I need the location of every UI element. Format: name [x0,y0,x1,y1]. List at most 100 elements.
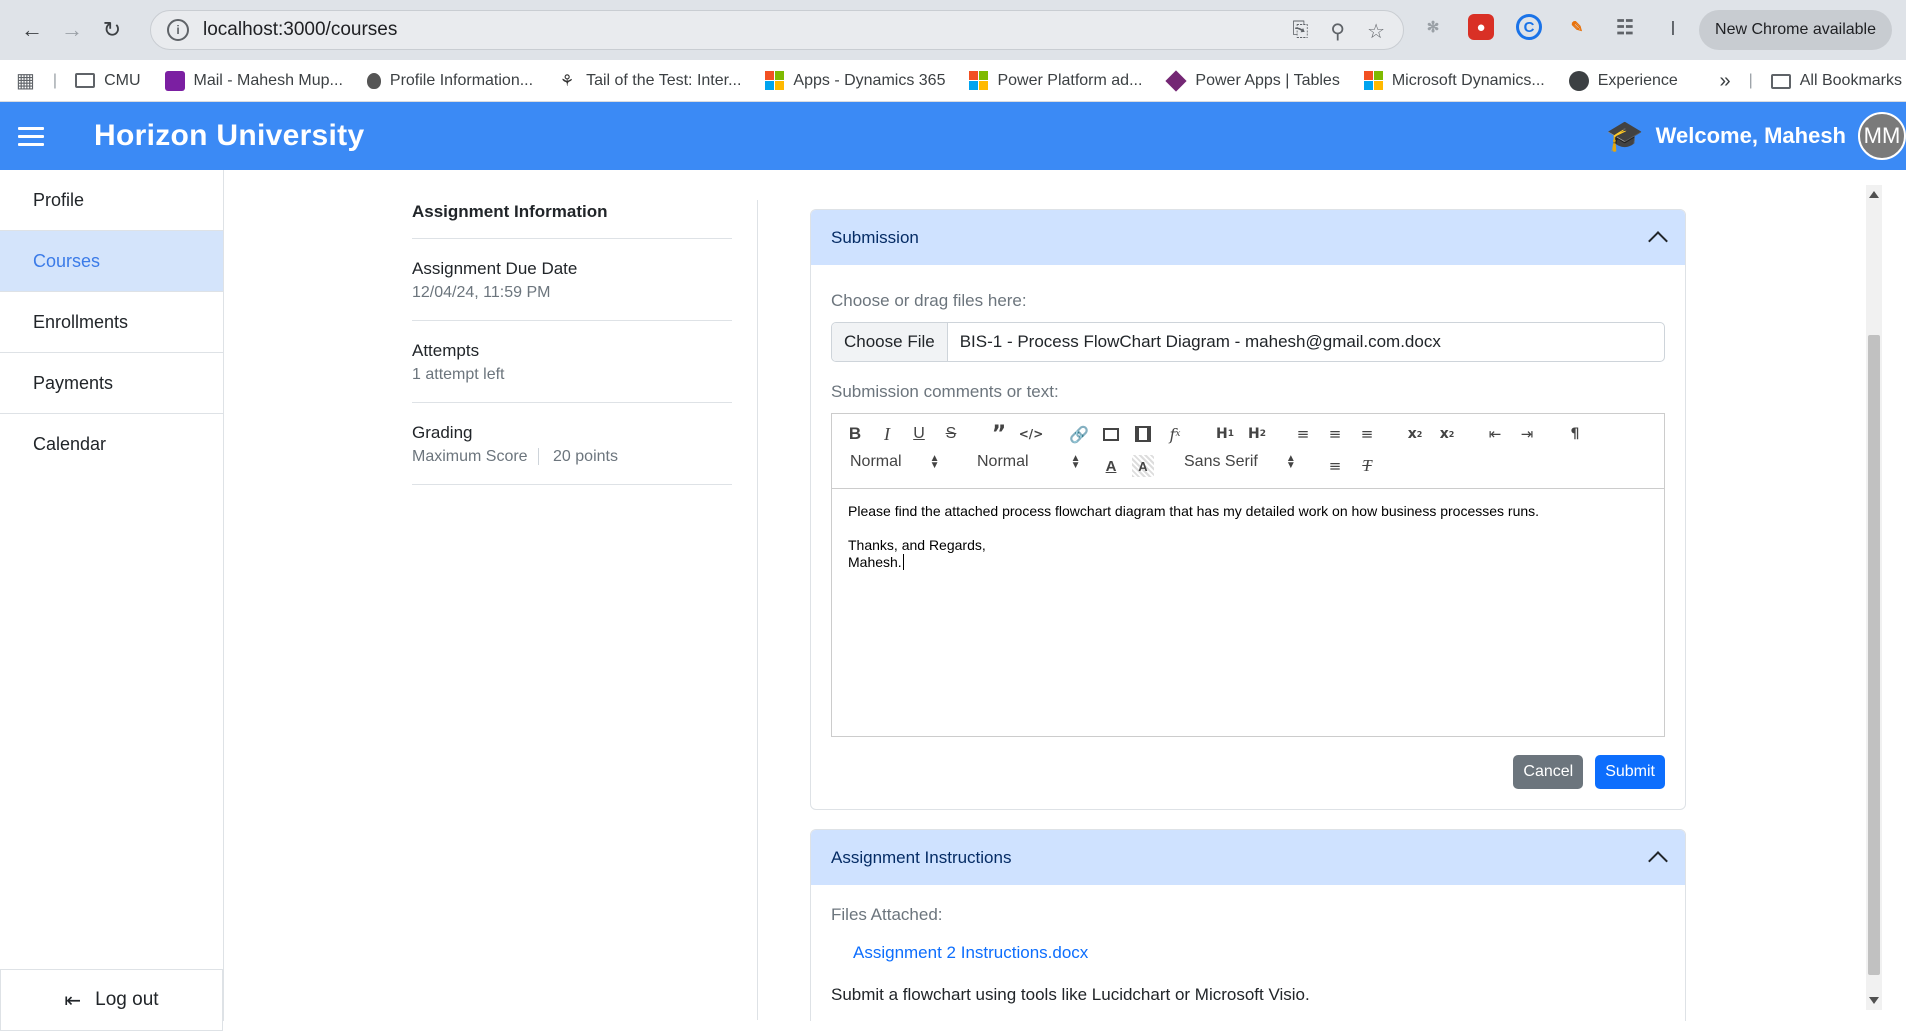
back-icon[interactable]: ← [12,10,52,50]
avatar[interactable]: MM [1858,112,1906,160]
italic-icon[interactable]: I [876,423,898,445]
bookmark-ms-dynamics[interactable]: Microsoft Dynamics... [1363,71,1545,90]
video-icon[interactable] [1132,423,1154,445]
apple-icon [366,72,381,89]
mail-icon [164,70,185,91]
install-app-icon[interactable]: ⎘ [1292,19,1308,44]
instructions-header[interactable]: Assignment Instructions [811,830,1685,885]
app-header: Horizon University 🎓 Welcome, Mahesh MM [0,102,1906,170]
chevron-up-icon[interactable] [1648,231,1668,251]
font-select[interactable]: Sans Serif ▲ ▼ [1184,453,1296,471]
separator-icon: | [1670,18,1676,36]
align-icon[interactable]: ≡ [1324,455,1346,477]
forward-icon[interactable]: → [52,10,92,50]
heading1-icon[interactable]: H1 [1212,423,1238,445]
comments-label: Submission comments or text: [831,382,1059,401]
link-icon[interactable]: 🔗 [1068,423,1090,445]
sidebar: Profile Courses Enrollments Payments Cal… [0,170,224,1031]
bookmark-dynamics-apps[interactable]: Apps - Dynamics 365 [765,71,945,90]
logout-button[interactable]: ⇤ Log out [0,969,223,1031]
extensions-puzzle-icon[interactable]: ☷ [1612,14,1638,40]
size-select[interactable]: Normal ▲ ▼ [977,453,1080,471]
due-date-value: 12/04/24, 11:59 PM [412,284,551,301]
bookmark-power-apps[interactable]: Power Apps | Tables [1165,69,1340,92]
editor-toolbar: B I U S ” </> 🔗 fx H1 H2 ≡ ≡ ≡ x2 x2 ⇤ ⇥… [832,414,1664,489]
bookmark-power-platform[interactable]: Power Platform ad... [969,71,1142,90]
assignment-info-heading: Assignment Information [412,202,732,239]
scroll-thumb[interactable] [1868,335,1880,975]
apps-grid-icon[interactable]: ▦ [16,68,35,93]
image-icon[interactable] [1100,423,1122,445]
scroll-down-arrow-icon[interactable] [1869,997,1879,1004]
extension-pen-icon[interactable]: ✎ [1564,14,1590,40]
attempts-block: Attempts 1 attempt left [412,321,732,403]
url-text: localhost:3000/courses [203,19,398,40]
text-direction-icon[interactable]: ¶ [1564,423,1586,445]
submission-header[interactable]: Submission [811,210,1685,265]
background-color-icon[interactable]: A [1132,455,1154,477]
outdent-icon[interactable]: ⇤ [1484,423,1506,445]
cancel-button[interactable]: Cancel [1513,755,1584,789]
browser-toolbar: ← → ↻ i localhost:3000/courses ⎘ ⚲ ☆ ✻ ●… [0,0,1906,60]
bookmark-tail-of-test[interactable]: ⚘ Tail of the Test: Inter... [557,71,742,91]
reload-icon[interactable]: ↻ [92,10,132,50]
zoom-icon[interactable]: ⚲ [1330,19,1345,44]
chevron-up-icon[interactable] [1648,851,1668,871]
bold-icon[interactable]: B [844,423,866,445]
subscript-icon[interactable]: x2 [1404,423,1426,445]
bookmark-cmu[interactable]: CMU [75,72,141,90]
scrollbar[interactable] [1866,185,1882,1010]
grading-block: Grading Maximum Score 20 points [412,403,732,485]
bullet-list-icon[interactable]: ≡ [1324,423,1346,445]
sidebar-item-payments[interactable]: Payments [0,353,223,414]
sidebar-item-courses[interactable]: Courses [0,231,223,292]
checklist-icon[interactable]: ≡ [1356,423,1378,445]
extension-loading-icon[interactable]: ✻ [1420,14,1446,40]
max-score-value: 20 points [553,448,618,465]
indent-icon[interactable]: ⇥ [1516,423,1538,445]
editor-line [848,520,1648,537]
code-icon[interactable]: </> [1019,423,1044,445]
more-bookmarks-icon[interactable]: » [1719,70,1730,93]
extension-red-icon[interactable]: ● [1468,14,1494,40]
underline-icon[interactable]: U [908,423,930,445]
blockquote-icon[interactable]: ” [988,422,1010,447]
formula-icon[interactable]: fx [1164,423,1186,445]
due-date-block: Assignment Due Date 12/04/24, 11:59 PM [412,239,732,321]
ordered-list-icon[interactable]: ≡ [1292,423,1314,445]
assignment-info: Assignment Information Assignment Due Da… [412,202,732,485]
choose-file-button[interactable]: Choose File [832,323,948,361]
all-bookmarks[interactable]: All Bookmarks [1770,72,1902,90]
globe-icon [1568,70,1589,91]
heading2-icon[interactable]: H2 [1244,423,1270,445]
sidebar-item-profile[interactable]: Profile [0,170,223,231]
address-bar[interactable]: i localhost:3000/courses ⎘ ⚲ ☆ [150,10,1404,50]
submit-button[interactable]: Submit [1595,755,1665,789]
scroll-up-arrow-icon[interactable] [1869,191,1879,198]
submission-card: Submission Choose or drag files here: Ch… [810,209,1686,810]
site-info-icon[interactable]: i [167,19,189,41]
bookmark-mail[interactable]: Mail - Mahesh Mup... [164,70,343,91]
files-label: Choose or drag files here: [831,291,1027,310]
rich-text-editor: B I U S ” </> 🔗 fx H1 H2 ≡ ≡ ≡ x2 x2 ⇤ ⇥… [831,413,1665,737]
grading-label: Grading [412,423,473,442]
sidebar-item-calendar[interactable]: Calendar [0,414,223,475]
bookmark-divider: | [52,71,58,89]
grading-value: Maximum Score 20 points [412,448,732,466]
file-input[interactable]: Choose File BIS-1 - Process FlowChart Di… [831,322,1665,362]
bookmark-experience[interactable]: Experience [1568,70,1678,91]
menu-icon[interactable] [18,122,44,151]
bookmark-star-icon[interactable]: ☆ [1367,19,1385,44]
header-select[interactable]: Normal ▲ ▼ [850,453,939,471]
instructions-file-link[interactable]: Assignment 2 Instructions.docx [853,943,1665,963]
new-chrome-button[interactable]: New Chrome available [1699,10,1892,50]
extension-c-icon[interactable]: C [1516,14,1542,40]
superscript-icon[interactable]: x2 [1436,423,1458,445]
strikethrough-icon[interactable]: S [940,423,962,445]
clear-format-icon[interactable]: T [1356,455,1378,477]
sidebar-item-enrollments[interactable]: Enrollments [0,292,223,353]
bookmark-profile-info[interactable]: Profile Information... [366,72,533,90]
editor-text-area[interactable]: Please find the attached process flowcha… [832,489,1664,736]
text-color-icon[interactable]: A [1100,455,1122,477]
main-content: Assignment Information Assignment Due Da… [225,170,1865,1021]
